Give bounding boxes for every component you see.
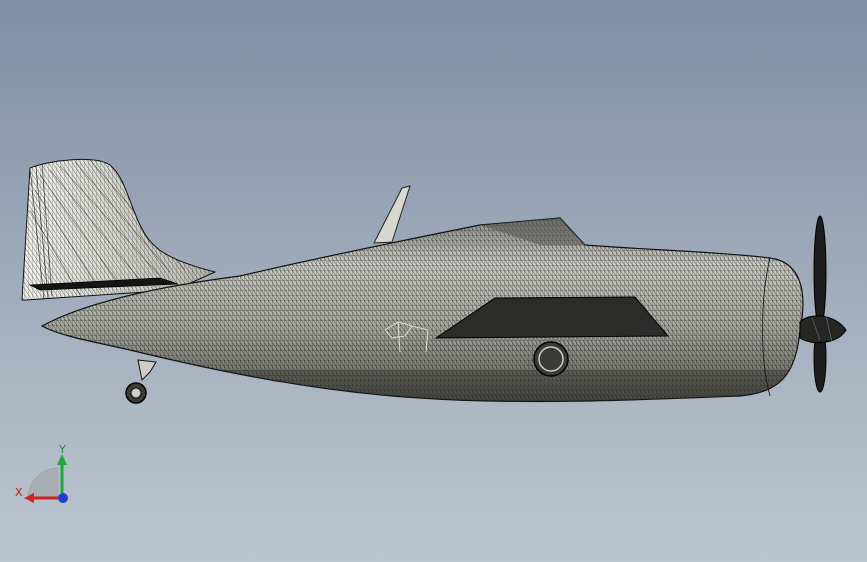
coordinate-triad: X Y [12,440,76,510]
antenna-mast [373,185,411,244]
y-axis-label: Y [59,443,66,456]
aircraft-model[interactable] [0,0,867,562]
tail-wheel [125,359,157,404]
z-axis-dot [58,493,68,503]
x-axis-label: X [15,486,23,499]
triad-graphic [24,454,68,503]
graphics-viewport[interactable]: X Y [0,0,867,562]
fuselage-hatch [533,341,569,377]
propeller [799,215,847,393]
